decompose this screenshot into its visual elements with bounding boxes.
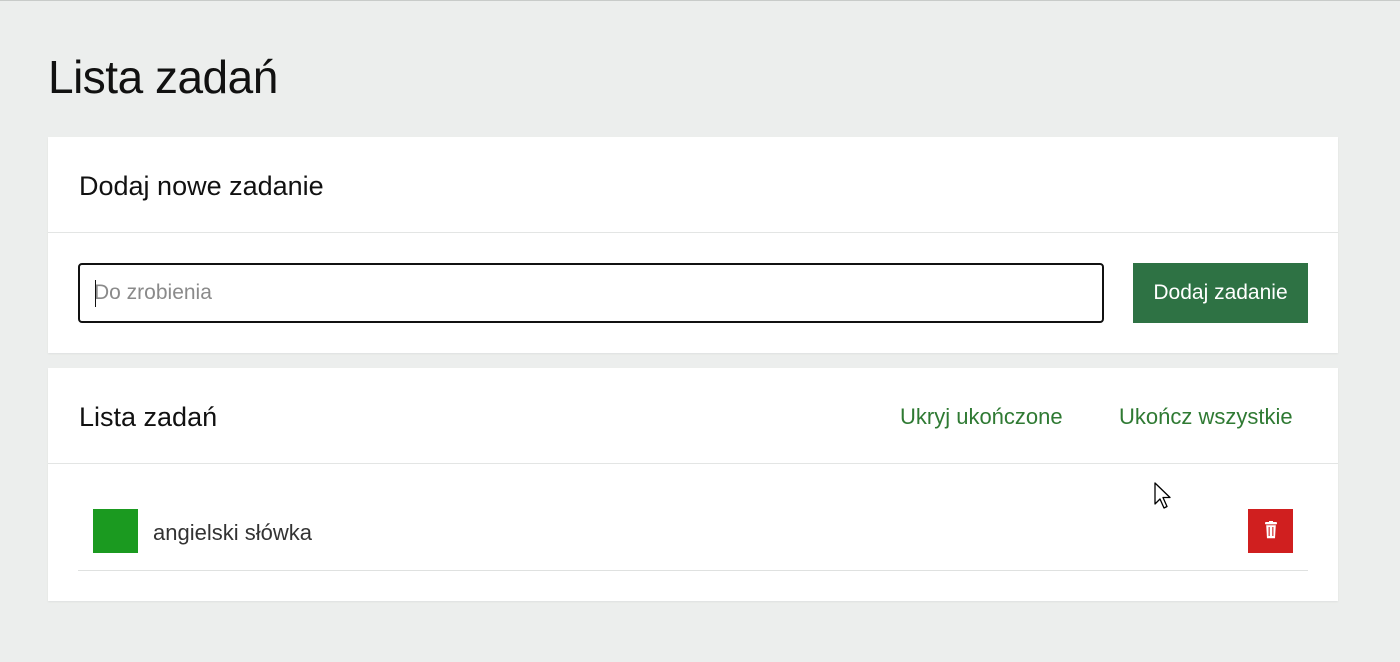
trash-icon [1264,520,1277,542]
task-list-card: Lista zadań Ukryj ukończone Ukończ wszys… [48,368,1338,601]
new-task-input[interactable] [78,263,1104,323]
task-list-card-header: Lista zadań Ukryj ukończone Ukończ wszys… [48,368,1338,464]
task-row: angielski słówka [78,498,1308,571]
text-caret [95,280,96,307]
task-label: angielski słówka [153,520,312,545]
add-task-card-title: Dodaj nowe zadanie [79,171,324,201]
task-complete-checkbox[interactable] [93,509,138,553]
mouse-pointer-icon [1154,482,1174,512]
top-divider [0,0,1400,1]
add-task-card: Dodaj nowe zadanie Dodaj zadanie [48,137,1338,353]
complete-all-link[interactable]: Ukończ wszystkie [1119,404,1293,430]
hide-completed-link[interactable]: Ukryj ukończone [900,404,1063,430]
task-list-card-title: Lista zadań [79,402,218,432]
delete-task-button[interactable] [1248,509,1293,553]
add-task-card-header: Dodaj nowe zadanie [48,137,1338,233]
add-task-button[interactable]: Dodaj zadanie [1133,263,1308,323]
page-title: Lista zadań [48,51,278,103]
